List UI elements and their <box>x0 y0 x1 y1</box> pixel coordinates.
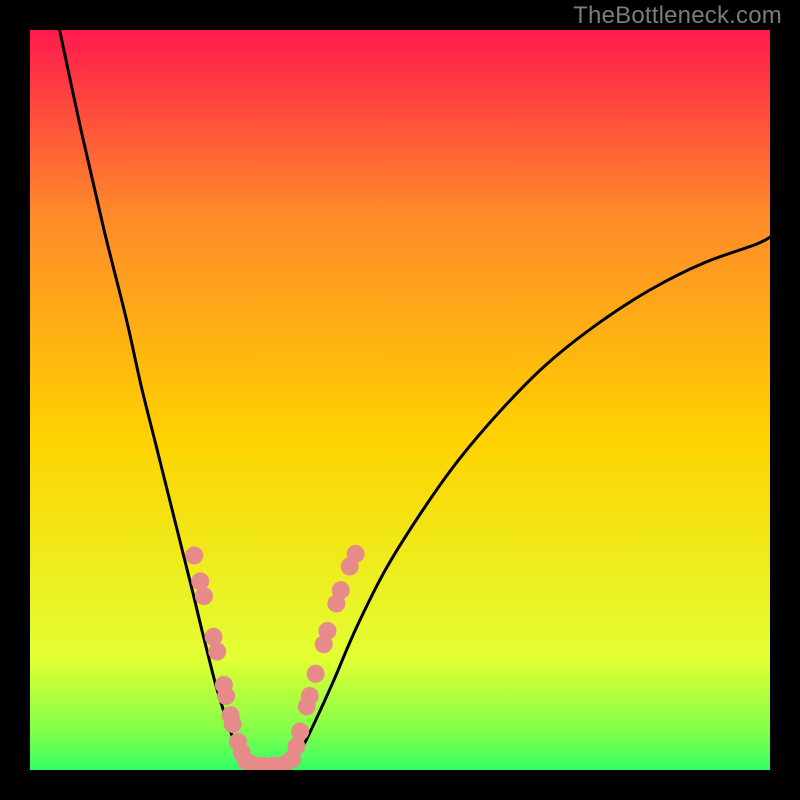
data-point <box>185 546 203 564</box>
data-point <box>307 665 325 683</box>
data-point <box>195 587 213 605</box>
data-point <box>224 715 242 733</box>
data-point <box>208 643 226 661</box>
data-point <box>318 622 336 640</box>
data-point <box>217 687 235 705</box>
plot-area <box>30 30 770 770</box>
chart-frame: TheBottleneck.com <box>0 0 800 800</box>
data-point <box>332 581 350 599</box>
data-point <box>291 723 309 741</box>
chart-svg <box>30 30 770 770</box>
data-point <box>301 687 319 705</box>
data-point <box>347 545 365 563</box>
gradient-background <box>30 30 770 770</box>
watermark-text: TheBottleneck.com <box>573 2 782 30</box>
